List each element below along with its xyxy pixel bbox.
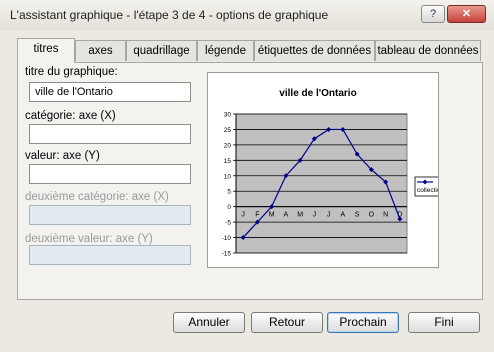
y-tick-label: -5	[225, 220, 231, 227]
close-button[interactable]: ✕	[447, 5, 486, 23]
back-button[interactable]: Retour	[251, 312, 323, 333]
chart-title-input[interactable]: ville de l'Ontario	[29, 82, 191, 102]
second-category-axis-label: deuxième catégorie: axe (X)	[25, 191, 169, 203]
y-tick-label: 30	[224, 112, 232, 119]
tab-titres[interactable]: titres	[17, 38, 75, 63]
x-tick-label: J	[313, 212, 317, 219]
tab-quadrillage[interactable]: quadrillage	[126, 40, 197, 61]
y-tick-label: 25	[224, 127, 232, 134]
x-tick-label: S	[355, 212, 360, 219]
second-value-axis-label: deuxième valeur: axe (Y)	[25, 233, 153, 245]
legend-label: collection 1	[417, 187, 438, 194]
plot-area	[235, 113, 408, 254]
x-tick-label: J	[241, 212, 245, 219]
help-button[interactable]: ?	[421, 5, 445, 23]
x-tick-label: N	[383, 212, 388, 219]
chart-svg: ville de l'Ontario -15 -10 -5 0 5 10 15 20 25 30 J…	[222, 88, 467, 258]
y-tick-label: 20	[224, 142, 232, 149]
y-tick-label: 5	[227, 189, 231, 196]
tab-etiquettes-de-donnees[interactable]: étiquettes de données	[254, 40, 375, 61]
y-tick-label: 10	[224, 173, 232, 180]
category-axis-input[interactable]	[29, 124, 191, 144]
y-tick-label: -10	[222, 235, 232, 242]
x-tick-label: J	[327, 212, 331, 219]
x-tick-label: A	[341, 212, 346, 219]
y-tick-label: 0	[227, 204, 231, 211]
value-axis-label: valeur: axe (Y)	[25, 150, 100, 162]
x-tick-label: M	[269, 212, 275, 219]
chart-preview: ville de l'Ontario -15 -10 -5 0 5 10 15 20 25 30 J…	[207, 72, 467, 268]
x-tick-label: A	[284, 212, 289, 219]
value-axis-input[interactable]	[29, 164, 191, 184]
y-tick-label: -15	[222, 251, 232, 258]
category-axis-label: catégorie: axe (X)	[25, 110, 116, 122]
finish-button[interactable]: Fini	[408, 312, 480, 333]
cancel-button[interactable]: Annuler	[173, 312, 245, 333]
tab-tableau-de-donnees[interactable]: tableau de données	[375, 40, 481, 61]
tab-legende[interactable]: légende	[197, 40, 254, 61]
x-tick-label: M	[297, 212, 303, 219]
x-tick-label: F	[255, 212, 259, 219]
window-title: L'assistant graphique - l'étape 3 de 4 -…	[10, 8, 329, 22]
y-tick-label: 15	[224, 158, 232, 165]
chart-title: ville de l'Ontario	[279, 88, 356, 99]
chart-title-label: titre du graphique:	[25, 66, 118, 78]
second-value-axis-input	[29, 245, 191, 265]
next-button[interactable]: Prochain	[327, 312, 399, 333]
title-bar: L'assistant graphique - l'étape 3 de 4 -…	[0, 0, 494, 30]
second-category-axis-input	[29, 205, 191, 225]
tab-axes[interactable]: axes	[75, 40, 126, 61]
x-tick-label: O	[369, 212, 375, 219]
